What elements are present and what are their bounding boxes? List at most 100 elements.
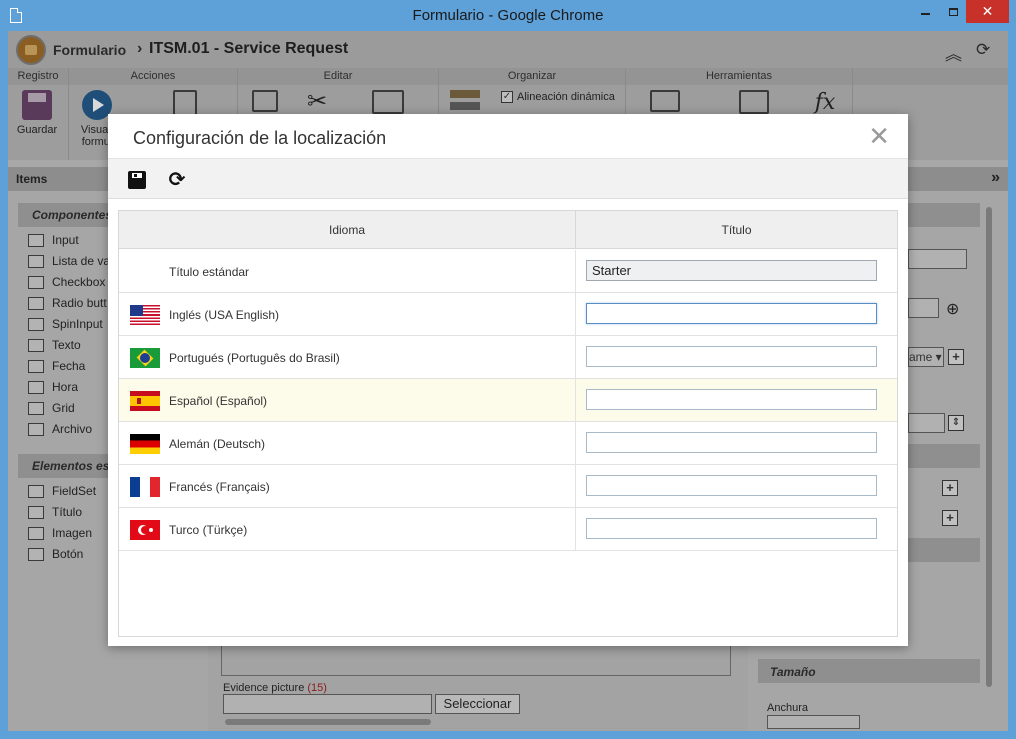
memo-field[interactable] xyxy=(221,646,731,676)
dialog-header: Configuración de la localización ✕ xyxy=(108,114,908,159)
elemento-item[interactable]: Botón xyxy=(28,545,83,563)
table-row: Turco (Türkçe) xyxy=(119,508,897,551)
formula-button[interactable]: fx xyxy=(808,90,842,115)
close-icon: ✕ xyxy=(981,3,994,19)
language-label: Portugués (Português do Brasil) xyxy=(169,351,340,365)
collapse-up-icon[interactable]: ︽ xyxy=(945,40,962,65)
componente-item[interactable]: Archivo xyxy=(28,420,92,438)
anchura-label: Anchura xyxy=(767,702,808,714)
elemento-item-label: FieldSet xyxy=(52,484,97,498)
guardar-label: Guardar xyxy=(16,124,58,136)
title-translation-input[interactable] xyxy=(586,518,877,539)
breadcrumb-separator: › xyxy=(137,40,143,57)
app-header: Formulario › ITSM.01 - Service Request ︽… xyxy=(8,31,1008,68)
componente-item[interactable]: Texto xyxy=(28,336,81,354)
anchura-input[interactable] xyxy=(767,715,860,729)
language-label: Alemán (Deutsch) xyxy=(169,437,266,451)
elemento-item[interactable]: Imagen xyxy=(28,524,92,542)
language-label: Título estándar xyxy=(169,265,250,279)
title-translation-input[interactable] xyxy=(586,432,877,453)
align-button[interactable] xyxy=(448,90,482,114)
add-icon[interactable]: + xyxy=(942,480,958,496)
title-translation-input[interactable] xyxy=(586,389,877,410)
date-icon xyxy=(28,359,44,373)
spinner-icon[interactable]: ⇕ xyxy=(948,415,964,431)
componente-item[interactable]: Checkbox xyxy=(28,273,105,291)
flag-fr-icon xyxy=(130,477,160,497)
vertical-scrollbar[interactable] xyxy=(986,207,992,687)
evidence-picture-input[interactable] xyxy=(223,694,432,714)
grid-header-row: Idioma Título xyxy=(119,211,897,249)
delete-button[interactable] xyxy=(248,90,282,116)
dialog-title: Configuración de la localización xyxy=(133,128,387,148)
table-row: Título estándar xyxy=(119,250,897,293)
componente-item[interactable]: Radio butt xyxy=(28,294,107,312)
text-icon xyxy=(28,338,44,352)
language-label: Inglés (USA English) xyxy=(169,308,280,322)
maximize-button[interactable] xyxy=(940,0,967,23)
xy-icon xyxy=(28,484,44,498)
title-translation-input[interactable] xyxy=(586,303,877,324)
language-cell: Francés (Français) xyxy=(119,465,576,508)
property-select[interactable]: ame ▾ xyxy=(908,347,944,367)
globe-icon[interactable]: ⊕ xyxy=(946,299,959,319)
componente-item-label: Fecha xyxy=(52,359,86,373)
alineacion-dinamica-label: Alineación dinámica xyxy=(517,91,615,103)
breadcrumb-parent[interactable]: Formulario xyxy=(53,42,126,58)
column-header-idioma[interactable]: Idioma xyxy=(119,211,576,249)
image-icon xyxy=(739,90,769,114)
grid-layout-icon xyxy=(372,90,404,114)
horizontal-scrollbar[interactable] xyxy=(225,719,431,725)
elemento-item[interactable]: Título xyxy=(28,503,82,521)
minimize-button[interactable] xyxy=(911,0,939,23)
add-icon[interactable]: + xyxy=(942,510,958,526)
componente-item-label: Hora xyxy=(52,380,79,394)
guardar-button[interactable]: Guardar xyxy=(13,90,61,136)
componente-item-label: Texto xyxy=(52,338,81,352)
title-translation-input[interactable] xyxy=(586,475,877,496)
componente-item[interactable]: Hora xyxy=(28,378,78,396)
componente-item[interactable]: Fecha xyxy=(28,357,85,375)
componente-item[interactable]: Grid xyxy=(28,399,75,417)
componente-item[interactable]: Input xyxy=(28,231,79,249)
table-row: Inglés (USA English) xyxy=(119,293,897,336)
abc-icon xyxy=(28,233,44,247)
property-spin-input[interactable] xyxy=(908,413,945,433)
tamano-section-header[interactable]: Tamaño xyxy=(758,659,980,683)
add-icon[interactable]: + xyxy=(948,349,964,365)
property-input[interactable] xyxy=(908,298,939,318)
dialog-save-button[interactable] xyxy=(126,169,148,191)
default-title-field[interactable] xyxy=(586,260,877,281)
property-input[interactable] xyxy=(908,249,967,269)
ribbon-group-herramientas: Herramientas xyxy=(705,70,773,82)
ribbon-group-acciones: Acciones xyxy=(130,70,176,82)
column-header-titulo[interactable]: Título xyxy=(576,211,897,249)
app-logo-icon xyxy=(16,35,46,65)
language-cell: Título estándar xyxy=(119,250,576,293)
elemento-item[interactable]: FieldSet xyxy=(28,482,96,500)
evidence-picture-text: Evidence picture xyxy=(223,682,305,694)
componente-item-label: Radio butt xyxy=(52,296,107,310)
window-close-button[interactable]: ✕ xyxy=(966,0,1009,23)
componente-item-label: Input xyxy=(52,233,79,247)
page-title: ITSM.01 - Service Request xyxy=(149,40,349,57)
language-label: Francés (Français) xyxy=(169,480,270,494)
expand-panel-icon[interactable]: » xyxy=(991,169,1000,187)
flag-es-icon xyxy=(130,391,160,411)
flag-us-icon xyxy=(130,305,160,325)
window-titlebar: Formulario - Google Chrome ✕ xyxy=(0,0,1016,31)
title-translation-input[interactable] xyxy=(586,346,877,367)
language-label: Español (Español) xyxy=(169,394,268,408)
seleccionar-button[interactable]: Seleccionar xyxy=(435,694,520,714)
formula-icon: fx xyxy=(814,90,836,115)
refresh-icon[interactable]: ⟳ xyxy=(976,40,990,60)
componente-item[interactable]: Lista de va xyxy=(28,252,110,270)
componente-item[interactable]: SpinInput xyxy=(28,315,103,333)
123-icon xyxy=(28,317,44,331)
elemento-item-label: Imagen xyxy=(52,526,93,540)
alineacion-dinamica-checkbox[interactable]: ✓ xyxy=(501,91,513,103)
table-row: Portugués (Português do Brasil) xyxy=(119,336,897,379)
form-properties-button[interactable] xyxy=(648,90,682,116)
dialog-refresh-button[interactable]: ⟳ xyxy=(166,169,188,191)
dialog-close-icon[interactable]: ✕ xyxy=(868,123,890,149)
